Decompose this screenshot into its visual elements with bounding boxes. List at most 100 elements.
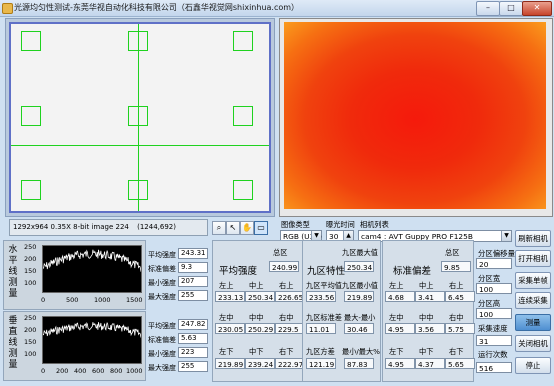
- zone-value: 250.29: [245, 323, 275, 334]
- zone-value: 229.5: [275, 323, 305, 334]
- continuous-capture-button[interactable]: 连续采集: [515, 292, 551, 309]
- zone-box-top-right: [233, 31, 253, 51]
- zone-value: 4.68: [385, 291, 415, 302]
- chevron-down-icon: ▼: [501, 231, 511, 241]
- horizontal-measure-line: [11, 145, 269, 146]
- nine-variance-value: 121.19: [306, 358, 336, 369]
- nine-range-value: 30.46: [344, 323, 374, 334]
- image-info-text: 1292x964 0.35X 8-bit image 224: [13, 223, 129, 231]
- color-map-image-view[interactable]: [284, 22, 546, 209]
- capture-single-button[interactable]: 采集单帧: [515, 272, 551, 289]
- stat-value: 9.3: [178, 262, 208, 273]
- y-tick: 150: [24, 267, 37, 275]
- zone-value: 5.75: [445, 323, 475, 334]
- cursor-coords: (1244,692): [137, 223, 176, 231]
- zone-value: 226.65: [275, 291, 305, 302]
- x-tick: 200: [56, 367, 69, 375]
- average-intensity-title: 平均强度: [219, 266, 258, 277]
- x-tick: 600: [92, 367, 105, 375]
- close-camera-button[interactable]: 关闭相机: [515, 335, 551, 352]
- nine-range-label: 最大-最小: [344, 313, 376, 322]
- zone-width-input[interactable]: 100: [476, 283, 512, 294]
- x-tick: 1000: [94, 296, 111, 304]
- zone-label: 中下: [419, 347, 434, 356]
- zoom-icon[interactable]: ⌕: [212, 221, 226, 235]
- open-camera-button[interactable]: 打开相机: [515, 250, 551, 267]
- measure-button[interactable]: 测量: [515, 314, 551, 331]
- zone-box-bottom-right: [233, 180, 253, 200]
- stat-label: 平均强度: [148, 322, 176, 330]
- nine-avg-value: 233.56: [306, 291, 336, 302]
- x-tick: 1000: [126, 367, 143, 375]
- zone-box-mid-center: [128, 106, 148, 126]
- zone-label: 中下: [249, 347, 264, 356]
- roi-icon[interactable]: ▭: [254, 221, 268, 235]
- stop-button[interactable]: 停止: [515, 357, 551, 374]
- zone-label: 左下: [219, 347, 234, 356]
- x-tick: 0: [41, 296, 46, 304]
- zone-value: 4.37: [415, 358, 445, 369]
- zone-label: 右上: [449, 281, 464, 290]
- zone-box-mid-right: [233, 106, 253, 126]
- image-type-label: 图像类型: [281, 220, 310, 229]
- camera-list-label: 相机列表: [360, 220, 389, 229]
- zone-value: 3.41: [415, 291, 445, 302]
- zone-value: 4.95: [385, 323, 415, 334]
- zone-box-bottom-center: [128, 180, 148, 200]
- y-tick: 150: [24, 338, 37, 346]
- zone-label: 右中: [449, 313, 464, 322]
- x-tick: 0: [41, 367, 46, 375]
- nine-zone-panel: 九区最大值 九区特性 250.34 九区平均值 九区最小值 233.56 219…: [302, 240, 381, 382]
- stat-value: 223: [178, 347, 208, 358]
- standard-deviation-panel: 总区 标准偏差 9.85 左上 中上 右上 4.68 3.41 6.45 左中 …: [382, 240, 475, 382]
- run-count-label: 运行次数: [478, 350, 508, 359]
- run-count-value: 516: [476, 362, 512, 373]
- maximize-button[interactable]: □: [499, 1, 523, 16]
- y-tick: 100: [24, 350, 37, 358]
- zone-value: 239.24: [245, 358, 275, 369]
- zone-label: 右中: [279, 313, 294, 322]
- y-tick: 250: [24, 314, 37, 322]
- capture-speed-label: 采集速度: [478, 324, 508, 333]
- total-std-value: 9.85: [441, 261, 471, 272]
- x-tick: 800: [110, 367, 123, 375]
- exposure-label: 曝光时间: [326, 220, 355, 229]
- close-window-button[interactable]: ✕: [522, 1, 552, 16]
- title-bar: 光源均匀性测试-东莞华视自动化科技有限公司（石鑫华视觉网shixinhua.co…: [0, 0, 554, 17]
- stat-label: 平均强度: [148, 251, 176, 259]
- vertical-measure-text: 垂直线测量: [8, 316, 18, 370]
- refresh-camera-button[interactable]: 刷新相机: [515, 230, 551, 247]
- zone-value: 222.97: [275, 358, 305, 369]
- average-intensity-panel: 总区 平均强度 240.99 左上 中上 右上 233.13 250.34 22…: [212, 240, 305, 382]
- nine-min-value: 219.89: [344, 291, 374, 302]
- stat-label: 最大强度: [148, 364, 176, 372]
- zone-box-bottom-left: [21, 180, 41, 200]
- horizontal-profile-svg: [42, 249, 142, 272]
- horizontal-profile-plot: [42, 245, 142, 293]
- zone-value: 219.89: [215, 358, 245, 369]
- nine-std-value: 11.01: [306, 323, 336, 334]
- zone-label: 右下: [279, 347, 294, 356]
- stat-label: 最小强度: [148, 350, 176, 358]
- x-tick: 1500: [126, 296, 143, 304]
- zone-offset-input[interactable]: 20: [476, 258, 512, 269]
- zone-height-input[interactable]: 100: [476, 308, 512, 319]
- stat-label: 最大强度: [148, 293, 176, 301]
- vertical-measure-label: 垂直线测量: [8, 316, 18, 371]
- stat-value: 5.63: [178, 333, 208, 344]
- pan-icon[interactable]: ✋: [240, 221, 254, 235]
- zone-label: 右上: [279, 281, 294, 290]
- stat-label: 标准偏差: [148, 265, 176, 273]
- grayscale-image-view[interactable]: [9, 22, 271, 213]
- y-tick: 250: [24, 243, 37, 251]
- horizontal-measure-text: 水平线测量: [8, 245, 18, 299]
- nine-max-label: 九区最大值: [342, 248, 378, 257]
- nine-zone-title: 九区特性: [307, 266, 346, 277]
- minimize-button[interactable]: –: [476, 1, 500, 16]
- zone-value: 250.34: [245, 291, 275, 302]
- total-label: 总区: [445, 248, 460, 257]
- zone-label: 左上: [389, 281, 404, 290]
- zone-label: 中上: [249, 281, 264, 290]
- vertical-profile-svg: [42, 322, 142, 338]
- pointer-icon[interactable]: ↖: [226, 221, 240, 235]
